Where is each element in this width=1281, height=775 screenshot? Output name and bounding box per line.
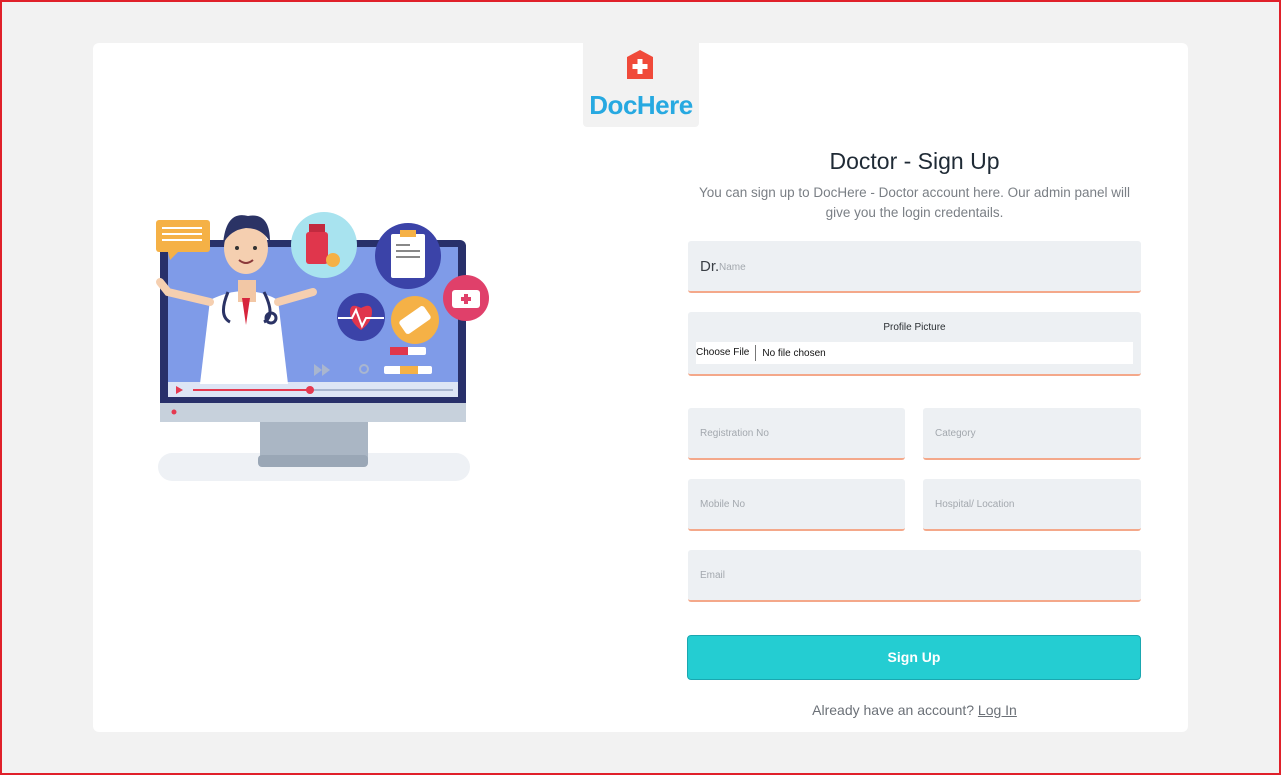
name-placeholder: Name — [719, 262, 746, 273]
file-input[interactable]: Choose File No file chosen — [696, 342, 1133, 364]
email-field[interactable]: Email — [688, 550, 1141, 602]
category-field[interactable]: Category — [923, 408, 1141, 460]
category-placeholder: Category — [935, 428, 976, 439]
mobile-no-field[interactable]: Mobile No — [688, 479, 905, 531]
hospital-placeholder: Hospital/ Location — [935, 499, 1015, 510]
log-in-link[interactable]: Log In — [978, 702, 1017, 718]
login-prompt-line: Already have an account? Log In — [688, 702, 1141, 718]
brand-name: DocHere — [589, 90, 693, 120]
profile-picture-label: Profile Picture — [883, 322, 946, 333]
login-prompt: Already have an account? — [812, 702, 975, 718]
registration-no-field[interactable]: Registration No — [688, 408, 905, 460]
name-field[interactable]: Dr. Name — [688, 241, 1141, 293]
mobile-placeholder: Mobile No — [700, 499, 746, 510]
hospital-location-field[interactable]: Hospital/ Location — [923, 479, 1141, 531]
choose-file-button[interactable]: Choose File — [696, 345, 757, 361]
name-prefix: Dr. — [700, 258, 720, 275]
profile-picture-field: Profile Picture Choose File No file chos… — [688, 312, 1141, 376]
sign-up-button[interactable]: Sign Up — [687, 635, 1141, 680]
hospital-logo-icon — [627, 50, 653, 79]
page-title: Doctor - Sign Up — [829, 148, 1000, 174]
registration-placeholder: Registration No — [700, 428, 769, 439]
doctor-telehealth-illustration — [156, 212, 489, 481]
file-status: No file chosen — [762, 347, 826, 359]
page-subtitle: You can sign up to DocHere - Doctor acco… — [699, 185, 1130, 220]
brand-logo: DocHere — [583, 43, 699, 127]
email-placeholder: Email — [700, 570, 726, 581]
